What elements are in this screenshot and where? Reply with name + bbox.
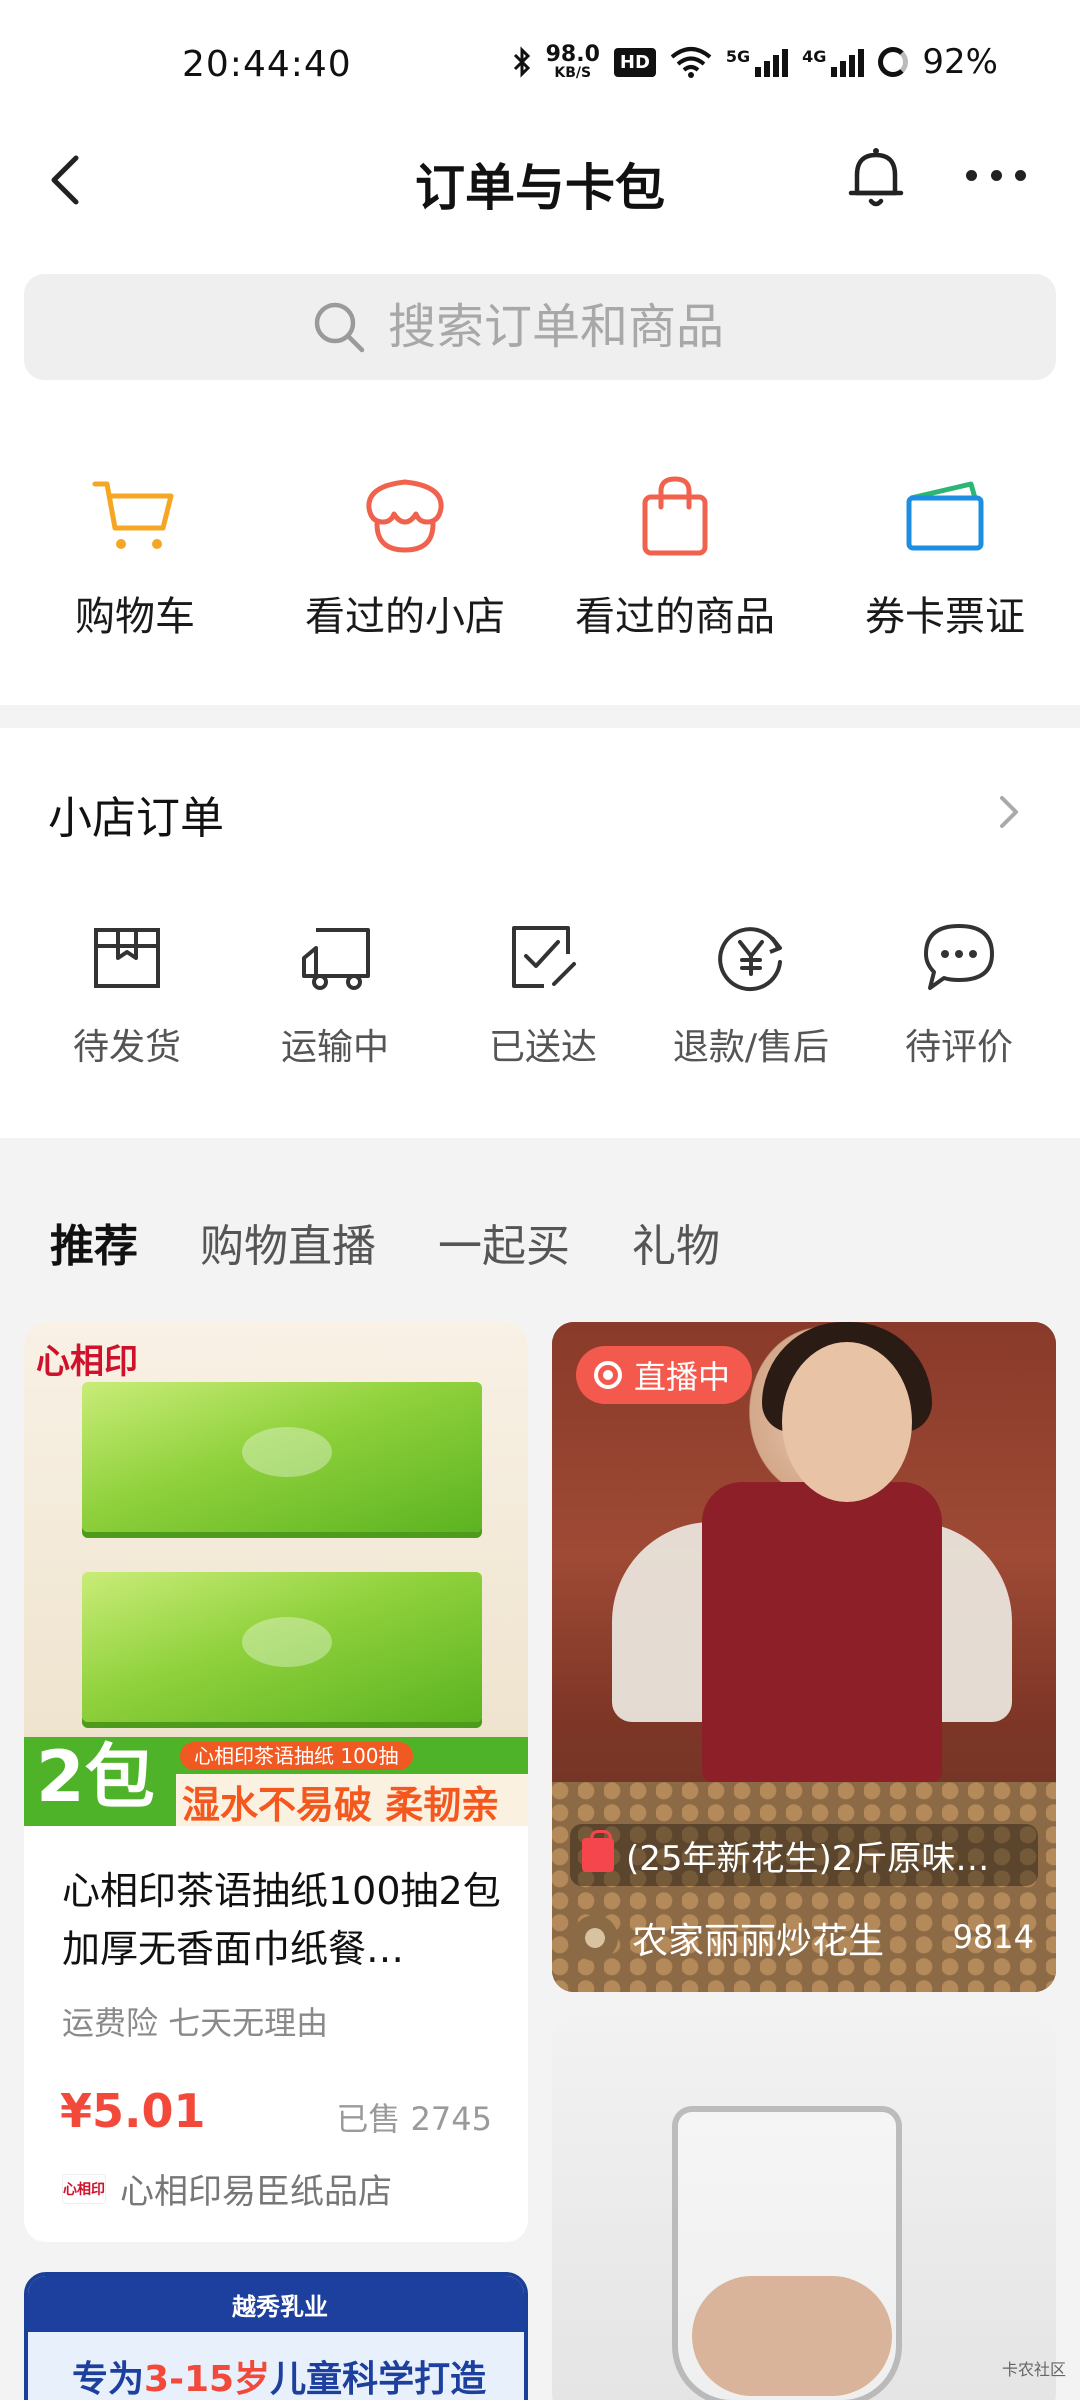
quick-entry-label: 看过的小店 <box>305 594 505 640</box>
live-stream-thumbnail <box>552 1322 1056 1992</box>
avatar <box>572 1915 618 1961</box>
wallet-icon <box>899 470 991 562</box>
product-sold-count: 已售 2745 <box>336 2100 492 2138</box>
live-product-title: (25年新花生)2斤原味… <box>626 1838 990 1879</box>
order-status-label: 待发货 <box>72 1027 181 1068</box>
signal-5g-label: 5G <box>725 47 751 66</box>
signal-5g-icon: 5G <box>725 47 789 77</box>
viewer-count: 9814 <box>952 1918 1034 1956</box>
chevron-right-icon[interactable] <box>994 792 1024 832</box>
tab-gifts[interactable]: 礼物 <box>632 1210 720 1274</box>
product-title: 心相印茶语抽纸100抽2包加厚无香面巾纸餐… <box>62 1869 501 1971</box>
promo-count: 2包 <box>36 1736 155 1818</box>
live-badge: 直播中 <box>576 1346 753 1404</box>
live-stream-card[interactable]: 直播中 (25年新花生)2斤原味… 农家丽丽炒花生 9814 <box>552 1322 1056 1992</box>
comment-icon <box>924 924 994 990</box>
dairy-headline: 专为3-15岁儿童科学打造 <box>72 2350 486 2400</box>
dairy-headline-pre: 专为 <box>72 2359 145 2400</box>
quick-entry-label: 购物车 <box>75 594 195 640</box>
feed-tabs: 推荐 购物直播 一起买 礼物 <box>50 1210 720 1274</box>
battery-icon <box>878 47 909 77</box>
net-speed-unit: KB/S <box>554 65 592 81</box>
shopping-bag-icon <box>582 1830 614 1872</box>
search-input[interactable] <box>388 299 768 355</box>
dairy-headline-post: 儿童科学打造 <box>270 2359 487 2400</box>
order-status-review[interactable]: 待评价 <box>855 918 1063 1070</box>
quick-entry-coupons[interactable]: 券卡票证 <box>810 430 1080 705</box>
dairy-headline-em: 3-15岁 <box>144 2359 271 2400</box>
search-icon <box>314 302 365 353</box>
status-time: 20:44:40 <box>182 44 352 85</box>
status-bar: 20:44:40 98.0 KB/S HD 5G 4G 92% <box>0 0 1080 120</box>
quick-entries: 购物车 看过的小店 看过的商品 券卡票证 <box>0 430 1080 705</box>
live-product-pill[interactable]: (25年新花生)2斤原味… <box>570 1824 1038 1886</box>
battery-level: 92% <box>922 42 998 82</box>
search-bar[interactable] <box>24 274 1056 380</box>
shopping-bag-icon <box>629 470 721 562</box>
live-badge-label: 直播中 <box>634 1358 731 1396</box>
search-section <box>0 270 1080 430</box>
hd-badge: HD <box>613 47 656 77</box>
shop-row[interactable]: 心相印 心相印易臣纸品店 <box>62 2164 392 2213</box>
orders-title: 小店订单 <box>48 793 224 844</box>
dairy-brand-name: 越秀乳业 <box>232 2292 328 2321</box>
shop-name: 心相印易臣纸品店 <box>120 2172 392 2212</box>
dairy-brand: 越秀乳业 <box>28 2276 524 2332</box>
quick-entry-viewed-products[interactable]: 看过的商品 <box>540 430 810 705</box>
status-icons: 98.0 KB/S HD 5G 4G 92% <box>512 42 998 82</box>
refund-icon <box>718 927 782 992</box>
tab-live-shopping[interactable]: 购物直播 <box>200 1210 376 1274</box>
nav-bar: 订单与卡包 <box>0 120 1080 270</box>
order-status-label: 待评价 <box>904 1027 1013 1068</box>
order-status-pending-ship[interactable]: 待发货 <box>23 918 231 1070</box>
product-card[interactable] <box>552 2016 1056 2400</box>
live-anchor[interactable]: 农家丽丽炒花生 <box>572 1912 884 1964</box>
signal-4g-icon: 4G <box>802 47 865 77</box>
more-options-icon[interactable] <box>966 160 1026 190</box>
product-price: ¥5.01 <box>60 2084 206 2138</box>
truck-icon <box>302 928 370 990</box>
store-orders: 小店订单 待发货 运输中 已送达 退款/售后 待评价 <box>0 728 1080 1138</box>
promo-tag: 心相印茶语抽纸 100抽 <box>180 1742 413 1770</box>
order-status-delivered[interactable]: 已送达 <box>439 918 647 1070</box>
live-icon <box>594 1361 622 1389</box>
order-status-row: 待发货 运输中 已送达 退款/售后 待评价 <box>0 918 1080 1070</box>
bluetooth-icon <box>513 46 530 78</box>
tab-recommend[interactable]: 推荐 <box>50 1210 138 1274</box>
product-card[interactable]: 心相印 2包 心相印茶语抽纸 100抽 湿水不易破 柔韧亲肤 心相印茶语抽纸10… <box>24 1322 528 2242</box>
order-status-label: 已送达 <box>488 1027 597 1068</box>
quick-entry-cart[interactable]: 购物车 <box>0 430 270 705</box>
quick-entry-label: 看过的商品 <box>575 594 775 640</box>
tab-group-buy[interactable]: 一起买 <box>438 1210 570 1274</box>
brand-logo: 心相印 <box>36 1342 138 1382</box>
delivered-icon <box>512 926 576 988</box>
bell-icon[interactable] <box>845 145 907 211</box>
net-speed: 98.0 KB/S <box>545 42 600 81</box>
cart-icon <box>89 470 181 562</box>
net-speed-value: 98.0 <box>545 42 600 67</box>
order-status-shipping[interactable]: 运输中 <box>231 918 439 1070</box>
order-status-label: 退款/售后 <box>672 1027 830 1068</box>
promo-text: 湿水不易破 柔韧亲肤 <box>176 1774 528 1826</box>
watermark: 卡农社区 <box>1001 2360 1066 2379</box>
product-image: 心相印 2包 心相印茶语抽纸 100抽 湿水不易破 柔韧亲肤 <box>24 1322 528 1826</box>
product-tags: 运费险 七天无理由 <box>62 2004 329 2042</box>
wifi-icon <box>670 47 712 78</box>
product-image-hand <box>692 2276 892 2396</box>
order-status-refund[interactable]: 退款/售后 <box>647 918 855 1070</box>
quick-entry-label: 券卡票证 <box>865 594 1025 640</box>
store-icon <box>359 470 451 562</box>
tissue-box-image <box>82 1572 482 1722</box>
shop-logo: 心相印 <box>62 2173 106 2204</box>
package-icon <box>94 928 160 988</box>
anchor-name: 农家丽丽炒花生 <box>632 1921 885 1962</box>
order-status-label: 运输中 <box>280 1027 389 1068</box>
product-card[interactable]: 越秀乳业 专为3-15岁儿童科学打造 <box>24 2272 528 2400</box>
signal-4g-label: 4G <box>802 47 827 66</box>
quick-entry-viewed-stores[interactable]: 看过的小店 <box>270 430 540 705</box>
page-title: 订单与卡包 <box>415 159 665 217</box>
tissue-box-image <box>82 1382 482 1532</box>
